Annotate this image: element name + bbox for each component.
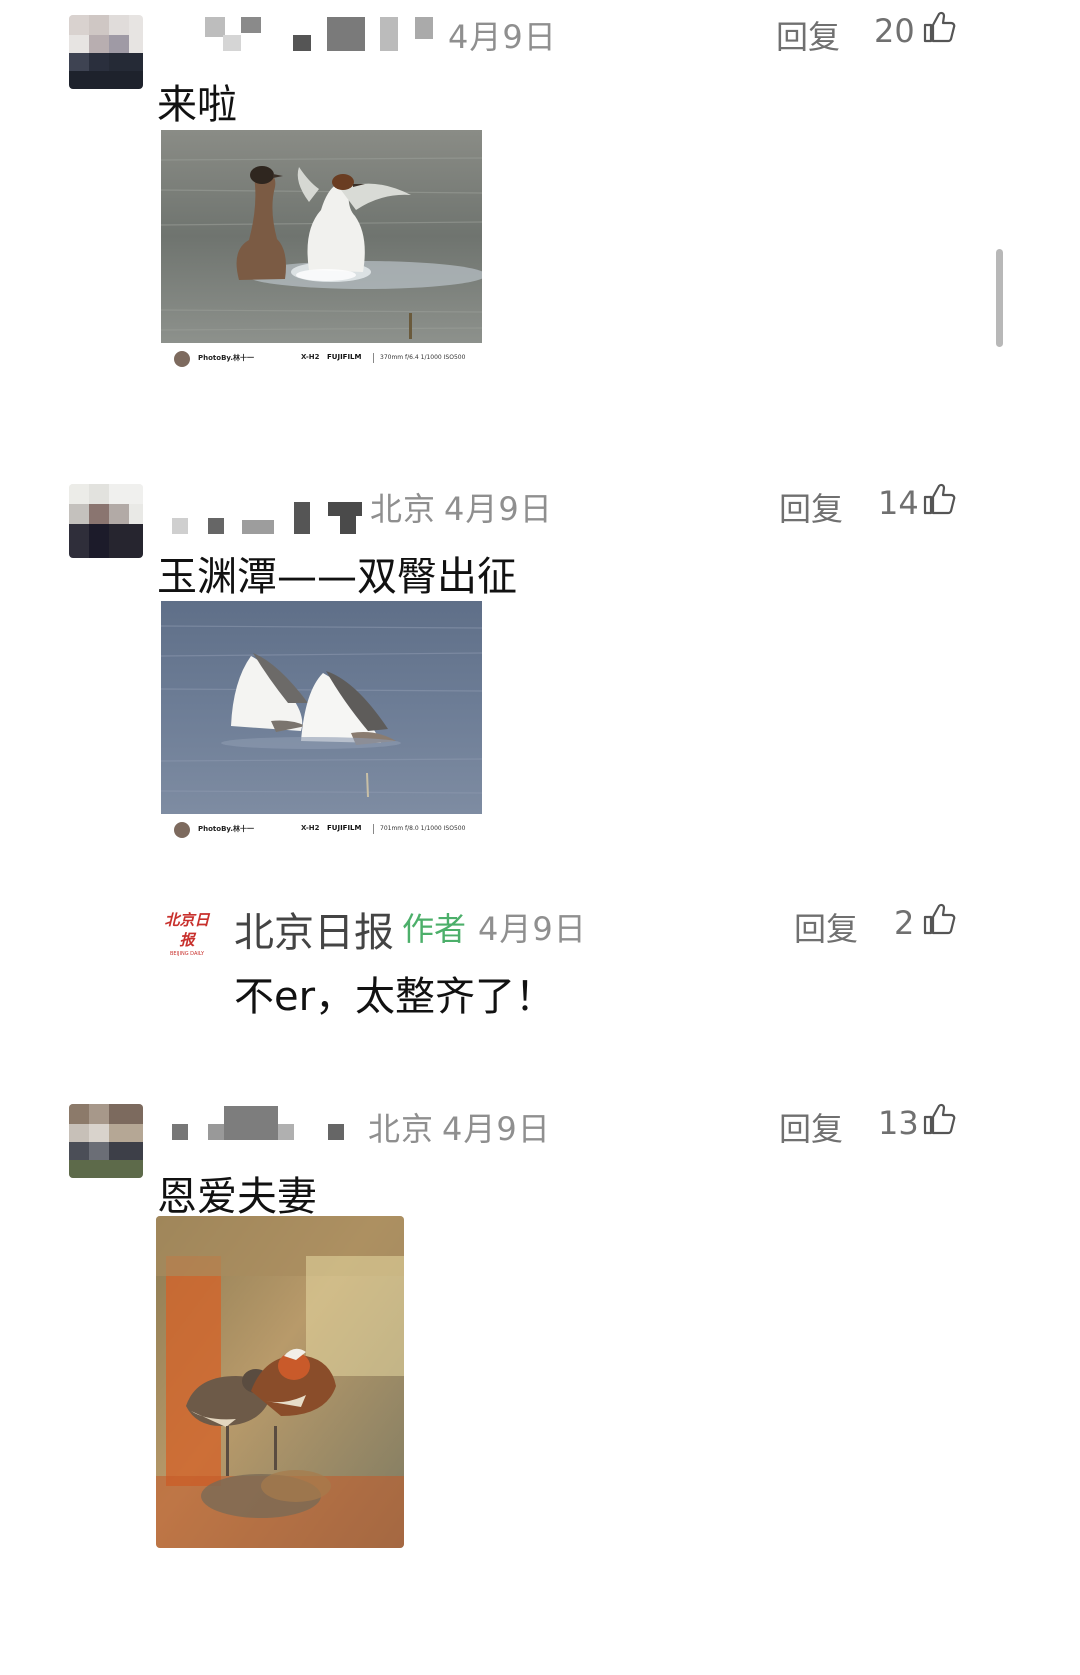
footer-divider [373, 353, 374, 363]
photo-brand: FUJIFILM [327, 353, 362, 361]
comment-text: 玉渊潭——双臀出征 [157, 554, 517, 600]
comment-location: 北京 [370, 490, 437, 528]
comment-location: 北京 [368, 1110, 435, 1148]
username-masked[interactable] [205, 17, 435, 53]
username-masked[interactable] [172, 1104, 352, 1142]
comment-photo-mandarin-ducks[interactable] [156, 1216, 404, 1548]
logo-text: 北京日报 [164, 911, 210, 949]
like-count: 13 [878, 1104, 919, 1142]
photo-credit: PhotoBy.林十一 [198, 825, 254, 833]
author-tag: 作者 [402, 910, 467, 948]
comment-text: 不er，太整齐了！ [234, 974, 556, 1020]
thumbs-up-icon[interactable] [922, 1102, 956, 1140]
like-count: 2 [894, 904, 915, 942]
photo-exif: 701mm f/8.0 1/1000 ISO500 [380, 825, 466, 832]
logo-subtext: BEIJING DAILY [169, 951, 205, 957]
comment-photo-geese[interactable]: PhotoBy.林十一 X-H2 FUJIFILM 701mm f/8.0 1/… [161, 601, 482, 846]
avatar[interactable] [69, 1104, 143, 1178]
thumbs-up-icon[interactable] [922, 10, 956, 48]
photo-camera: X-H2 [301, 824, 320, 832]
photo-exif: 370mm f/6.4 1/1000 ISO500 [380, 354, 466, 361]
author-avatar[interactable]: 北京日报 BEIJING DAILY [158, 904, 216, 957]
reply-button[interactable]: 回复 [776, 12, 840, 58]
avatar[interactable] [69, 15, 143, 89]
comment-text: 恩爱夫妻 [157, 1174, 317, 1220]
like-count: 20 [874, 12, 915, 50]
footer-divider [373, 824, 374, 834]
author-name[interactable]: 北京日报 [234, 900, 394, 958]
scrollbar[interactable] [996, 249, 1003, 347]
comment-date: 4月9日 [444, 490, 553, 528]
username-masked[interactable] [172, 498, 372, 536]
comment-date: 4月9日 [442, 1110, 551, 1148]
comment-date: 4月9日 [448, 18, 557, 56]
thumbs-up-icon[interactable] [922, 902, 956, 940]
photo-camera: X-H2 [301, 353, 320, 361]
comment-date: 4月9日 [478, 910, 587, 948]
photo-brand: FUJIFILM [327, 824, 362, 832]
comment-photo-grebes[interactable]: PhotoBy.林十一 X-H2 FUJIFILM 370mm f/6.4 1/… [161, 130, 482, 375]
thumbs-up-icon[interactable] [922, 482, 956, 520]
avatar[interactable] [69, 484, 143, 558]
reply-button[interactable]: 回复 [794, 904, 858, 950]
comment-text: 来啦 [157, 82, 237, 128]
reply-button[interactable]: 回复 [779, 1104, 843, 1150]
like-count: 14 [878, 484, 919, 522]
reply-button[interactable]: 回复 [779, 484, 843, 530]
photo-credit: PhotoBy.林十一 [198, 354, 254, 362]
